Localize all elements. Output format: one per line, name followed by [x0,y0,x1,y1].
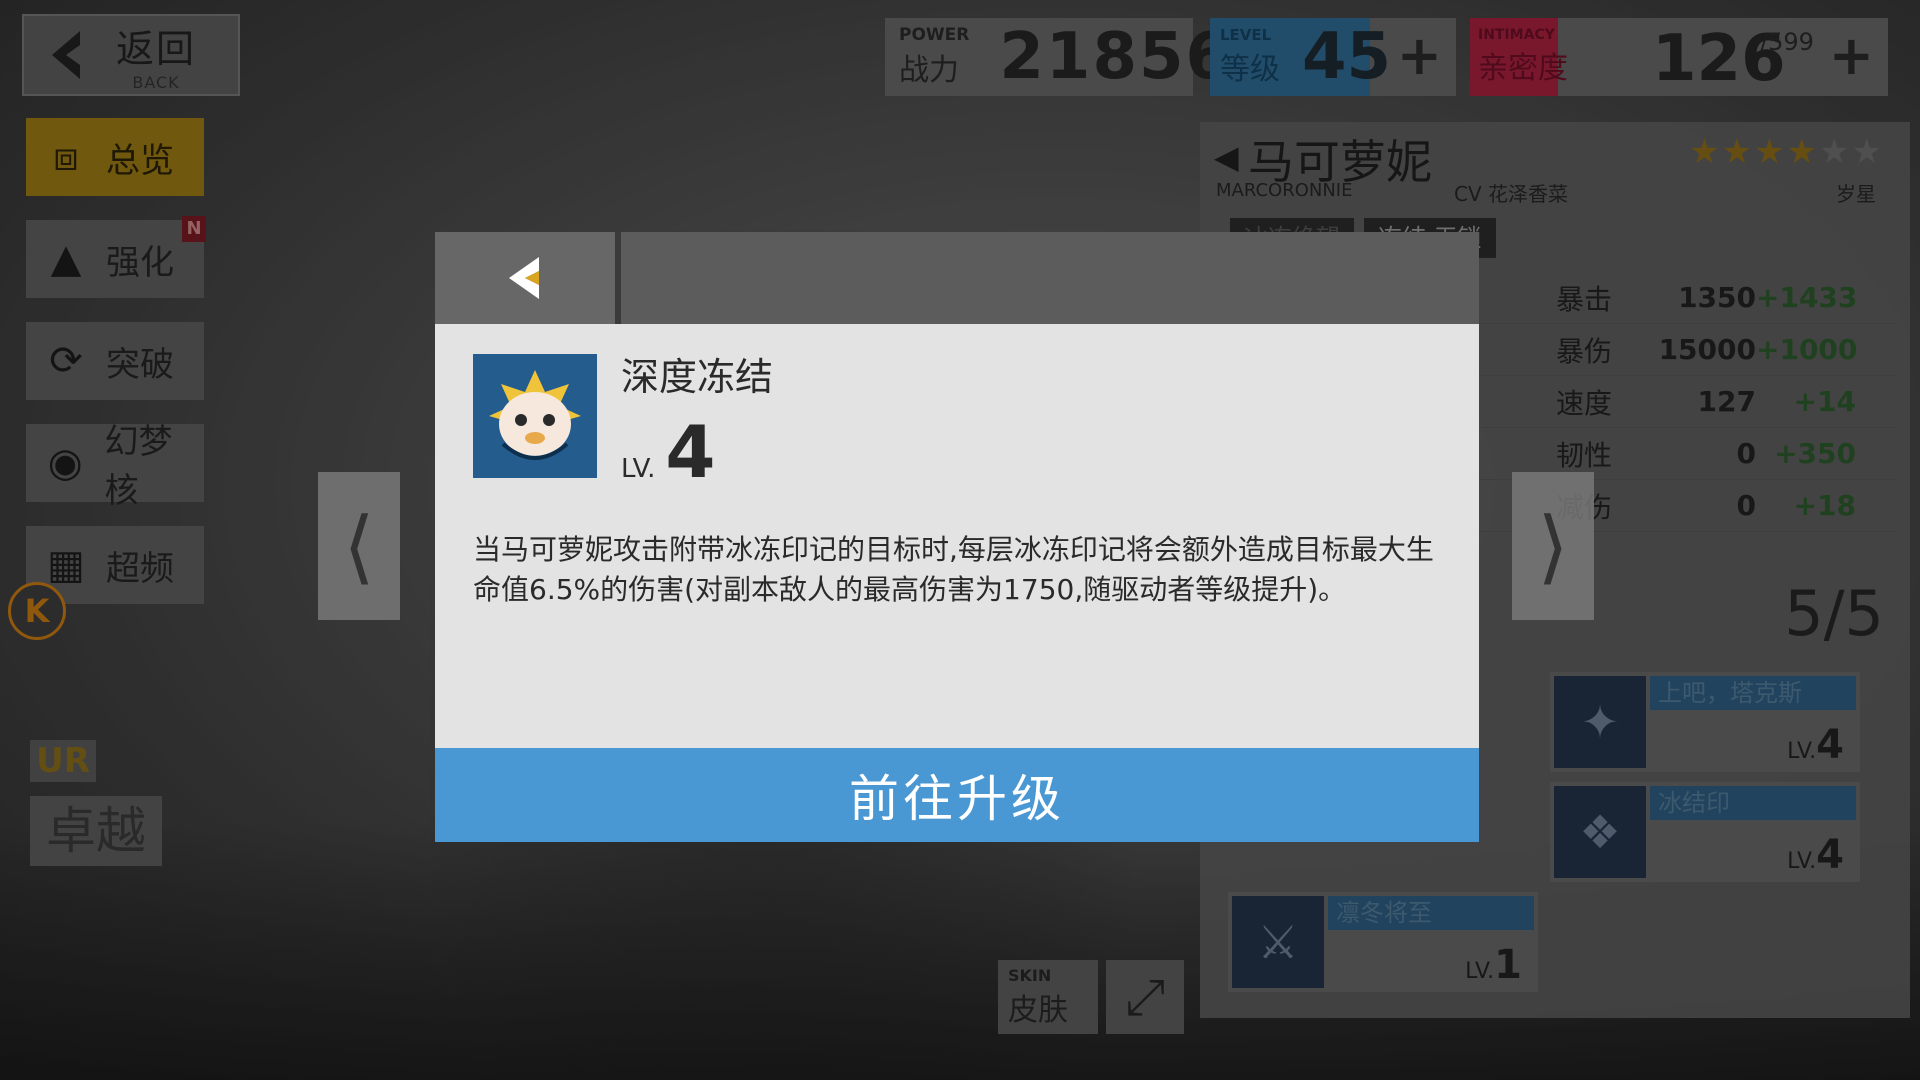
skill-level-value: 4 [665,410,716,494]
skill-title: 深度冻结 [621,355,774,399]
go-upgrade-button[interactable]: 前往升级 [435,748,1479,842]
modal-header [435,232,1479,324]
skill-level: LV. 4 [621,410,715,494]
next-arrow-button[interactable]: ⟩ [1512,472,1594,620]
skill-level-prefix: LV. [621,454,656,484]
modal-back-button[interactable] [435,232,621,324]
skill-penguin-icon [473,354,597,478]
prev-arrow-button[interactable]: ⟨ [318,472,400,620]
modal-back-icon [509,257,539,299]
skill-detail-modal: 深度冻结 LV. 4 当马可萝妮攻击附带冰冻印记的目标时,每层冰冻印记将会额外造成… [435,324,1479,748]
skill-description: 当马可萝妮攻击附带冰冻印记的目标时,每层冰冻印记将会额外造成目标最大生命值6.5… [473,533,1434,606]
